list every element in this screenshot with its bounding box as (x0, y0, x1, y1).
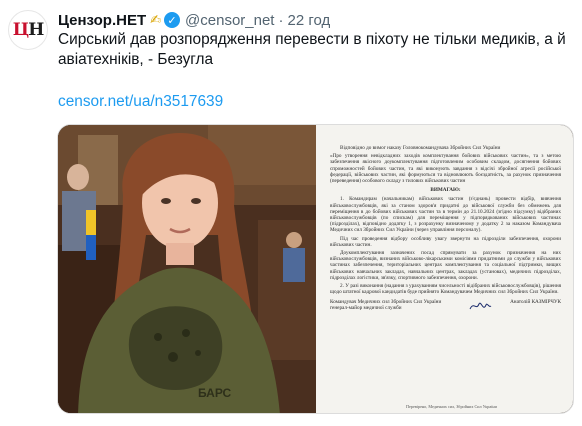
media-attachment[interactable]: БАРС Відповідно до вимог наказу Головнок… (57, 124, 574, 414)
doc-heading: ВИМАГАЮ: (430, 187, 461, 194)
doc-signature-block: Командувач Медичних сил Збройних Сил Укр… (330, 299, 561, 315)
photo-woman-parliament[interactable]: БАРС (58, 125, 316, 413)
article-link[interactable]: censor.net/ua/n3517639 (58, 92, 223, 112)
doc-item-2: 2. У разі виконання (надання з урахуванн… (330, 283, 561, 296)
document-scan[interactable]: Відповідно до вимог наказу Головнокоманд… (316, 125, 573, 413)
shirt-logo-text: БАРС (198, 386, 232, 400)
avatar[interactable]: ЦН (8, 10, 48, 50)
tweet-header: Цензор.НЕТ ✍ ✓ @censor_net · 22 год (58, 10, 330, 30)
separator-dot: · (278, 11, 284, 29)
censor-logo-icon: ЦН (12, 20, 45, 40)
doc-footer: Перевірено, Медичних сил, Збройних Сил У… (406, 404, 497, 409)
tweet-card[interactable]: ЦН Цензор.НЕТ ✍ ✓ @censor_net · 22 год С… (0, 0, 582, 426)
photo-illustration: БАРС (58, 125, 316, 413)
doc-subject: «Про утворення невідкладних заходів комп… (330, 153, 561, 185)
writing-hand-icon: ✍ (150, 12, 162, 27)
verified-badge-icon: ✓ (164, 12, 181, 28)
account-name[interactable]: Цензор.НЕТ (58, 12, 146, 29)
doc-signer-name: Анатолій КАЗМІРЧУК (510, 299, 561, 306)
doc-item-1c: Доукомплектування зазначених посад спрям… (330, 250, 561, 281)
doc-signature-scribble (468, 299, 492, 315)
doc-item-1: 1. Командирам (начальникам) військових ч… (330, 196, 561, 234)
account-handle[interactable]: @censor_net (185, 12, 274, 29)
timestamp[interactable]: 22 год (287, 12, 330, 29)
doc-item-1b: Під час проведення відбору особливу уваг… (330, 235, 561, 248)
tweet-text: Сирський дав розпорядження перевести в п… (58, 31, 566, 68)
doc-address: Відповідно до вимог наказу Головнокоманд… (340, 145, 501, 151)
doc-signer-title: Командувач Медичних сил Збройних Сил Укр… (330, 299, 442, 312)
